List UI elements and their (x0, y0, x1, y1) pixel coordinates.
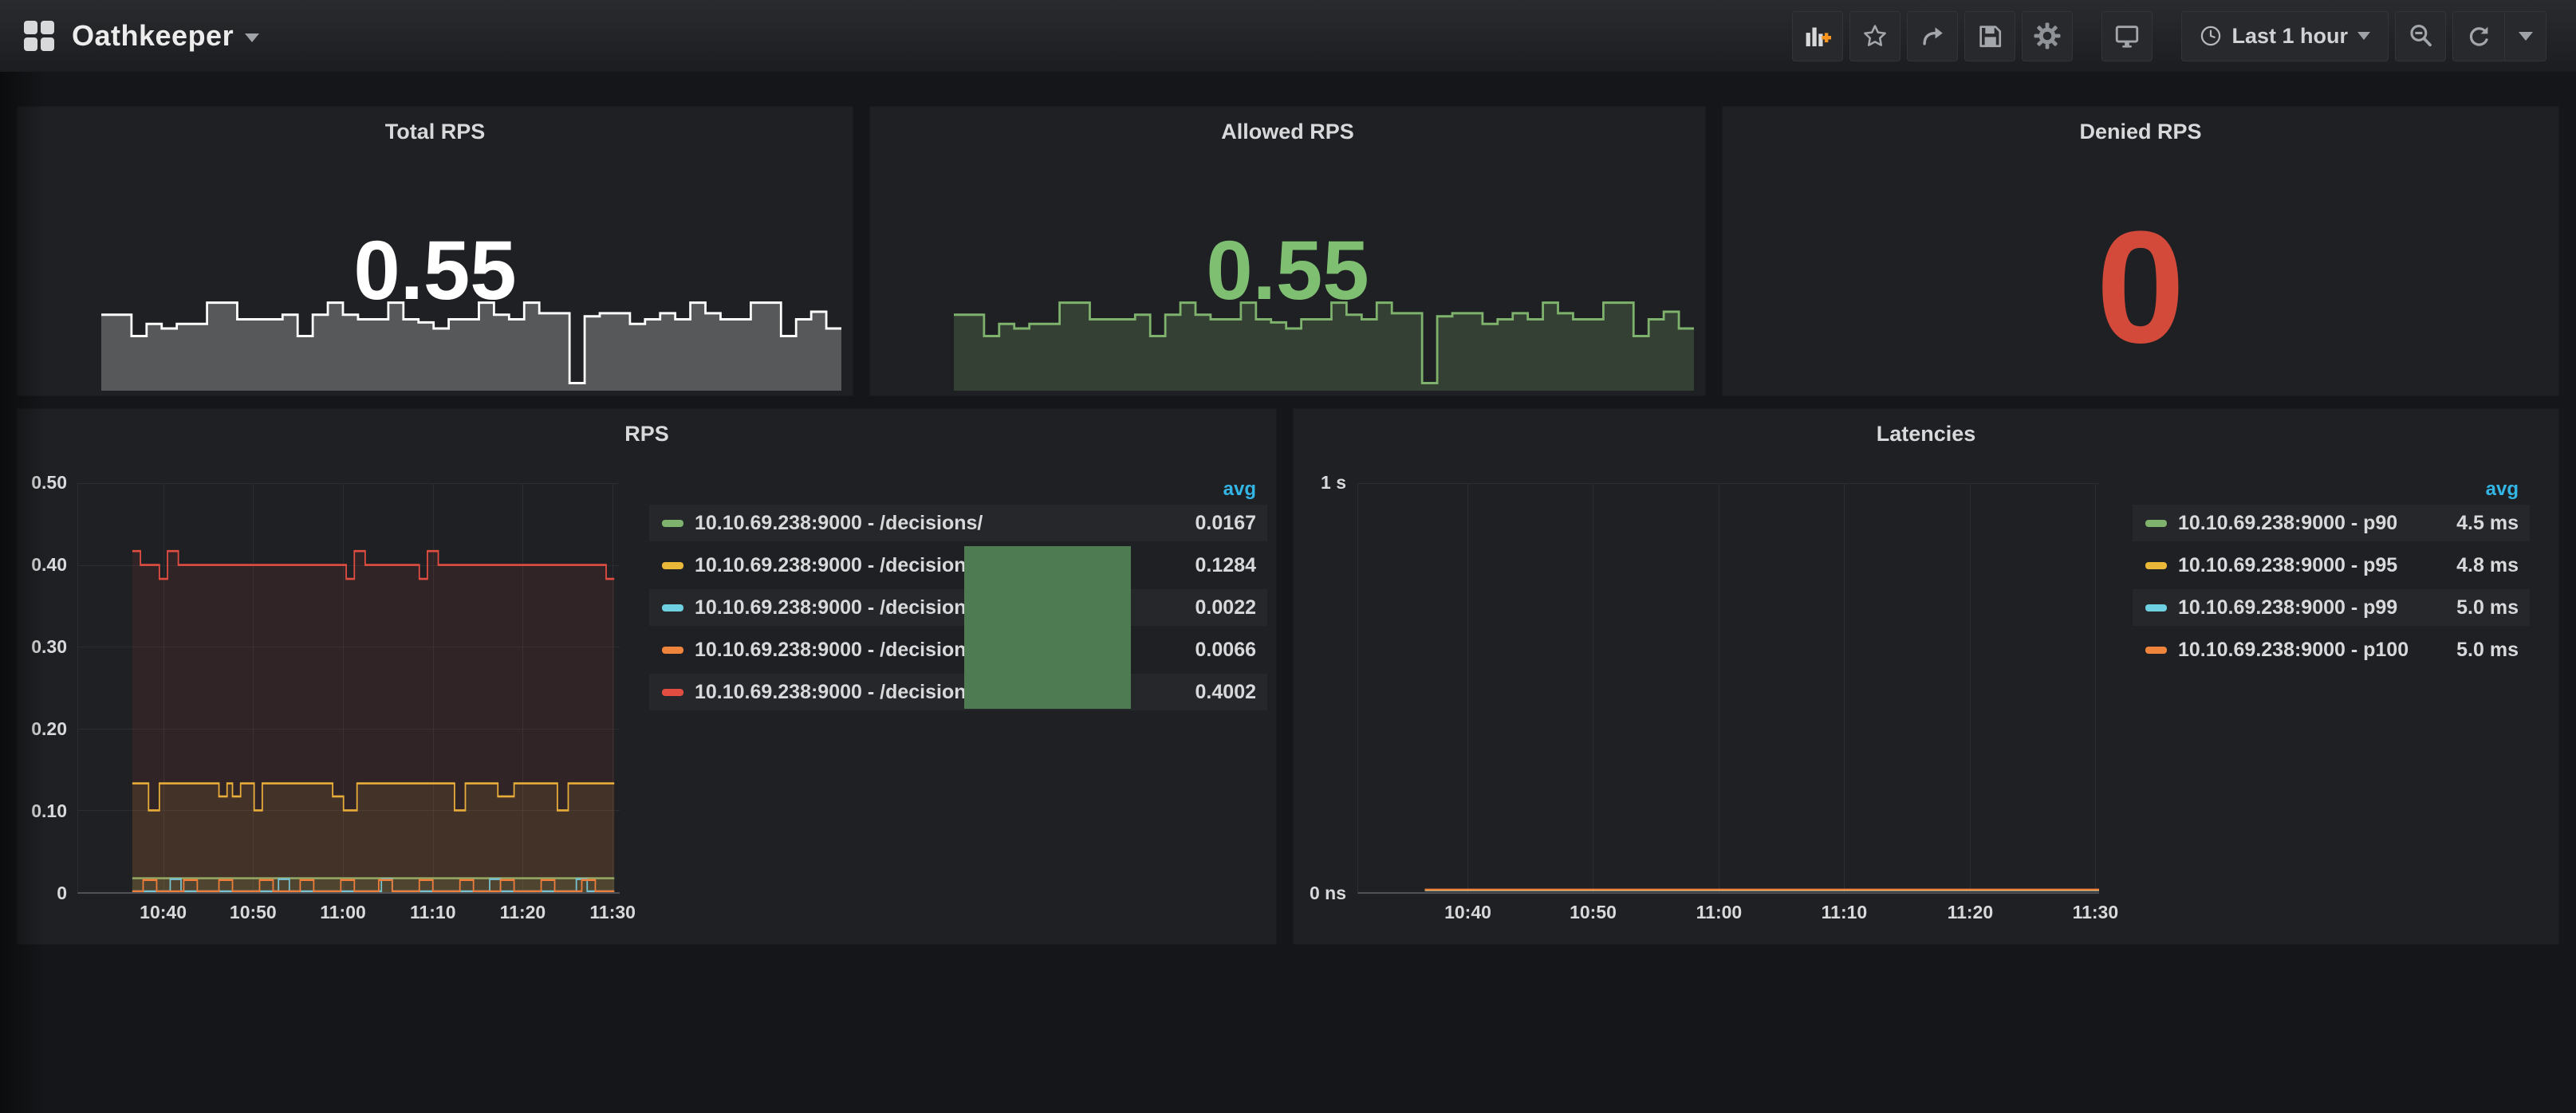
save-icon (1976, 22, 2003, 49)
x-tick-label: 11:10 (410, 902, 456, 923)
legend-avg-value: 5.0 ms (2431, 596, 2519, 619)
legend-row: 10.10.69.238:9000 - /decisions/0.4002 (649, 674, 1267, 710)
legend-row: 10.10.69.238:9000 - /decisions/0.0167 (649, 505, 1267, 541)
legend-color-swatch[interactable] (2145, 520, 2167, 527)
legend-avg-header[interactable]: avg (2133, 479, 2530, 505)
panel-denied-rps: Denied RPS 0 (1722, 106, 2559, 396)
x-tick-label: 11:30 (589, 902, 636, 923)
legend-row: 10.10.69.238:9000 - p904.5 ms (2133, 505, 2530, 541)
refresh-icon (2466, 23, 2491, 49)
panel-total-rps: Total RPS 0.55 (17, 106, 853, 396)
legend-color-swatch[interactable] (2145, 604, 2167, 612)
panel-latencies-graph: Latencies 10:4010:5011:0011:1011:2011:30… (1293, 408, 2559, 945)
legend-series-label[interactable]: 10.10.69.238:9000 - p90 (2178, 512, 2431, 535)
share-button[interactable] (1907, 11, 1958, 61)
latencies-legend: avg10.10.69.238:9000 - p904.5 ms10.10.69… (2133, 479, 2530, 674)
save-button[interactable] (1964, 11, 2015, 61)
chevron-down-icon (2357, 32, 2370, 40)
legend-row: 10.10.69.238:9000 - p954.8 ms (2133, 547, 2530, 584)
legend-avg-value: 5.0 ms (2431, 639, 2519, 662)
panel-rps-graph: RPS 10:4010:5011:0011:1011:2011:30 avg10… (17, 408, 1277, 945)
legend-avg-value: 0.4002 (1168, 681, 1256, 704)
dashboard-title[interactable]: Oathkeeper (72, 19, 234, 53)
star-button[interactable] (1849, 11, 1900, 61)
x-tick-label: 10:40 (140, 902, 187, 923)
refresh-button[interactable] (2453, 12, 2504, 61)
legend-avg-value: 4.8 ms (2431, 554, 2519, 577)
legend-row: 10.10.69.238:9000 - /decisions/0.0022 (649, 589, 1267, 626)
grafana-dashboard: Oathkeeper (0, 0, 2576, 1113)
monitor-icon (2113, 22, 2141, 49)
navbar: Oathkeeper (0, 0, 2576, 72)
legend-avg-value: 0.1284 (1168, 554, 1256, 577)
x-tick-label: 11:10 (1822, 902, 1868, 923)
x-tick-label: 11:00 (320, 902, 366, 923)
refresh-group (2452, 11, 2546, 61)
latencies-plot-area[interactable]: 10:4010:5011:0011:1011:2011:30 (1357, 483, 2099, 894)
legend-color-swatch[interactable] (662, 647, 683, 654)
legend-series-label[interactable]: 10.10.69.238:9000 - /decisions/ (695, 512, 1168, 535)
legend-series-label[interactable]: 10.10.69.238:9000 - p99 (2178, 596, 2431, 619)
panel-title[interactable]: RPS (18, 422, 1276, 446)
settings-button[interactable] (2022, 11, 2073, 61)
y-tick-label: 1 s (1294, 472, 1346, 494)
x-tick-label: 11:20 (1948, 902, 1994, 923)
green-overlay-box (964, 546, 1131, 709)
time-range-label: Last 1 hour (2231, 24, 2348, 49)
share-icon (1919, 22, 1946, 49)
clock-icon (2200, 25, 2222, 47)
zoom-out-icon (2407, 22, 2434, 49)
chevron-down-icon (2519, 32, 2533, 41)
legend-avg-header[interactable]: avg (649, 479, 1267, 505)
chevron-down-icon[interactable] (245, 33, 259, 42)
legend-color-swatch[interactable] (2145, 647, 2167, 654)
legend-row: 10.10.69.238:9000 - p995.0 ms (2133, 589, 2530, 626)
toolbar: Last 1 hour (1792, 11, 2546, 61)
y-tick-label: 0 ns (1294, 883, 1346, 904)
gear-icon (2033, 22, 2062, 50)
legend-row: 10.10.69.238:9000 - p1005.0 ms (2133, 631, 2530, 668)
legend-avg-value: 0.0066 (1168, 639, 1256, 662)
legend-series-label[interactable]: 10.10.69.238:9000 - p100 (2178, 639, 2431, 662)
x-tick-label: 11:20 (500, 902, 546, 923)
rps-plot-area[interactable]: 10:4010:5011:0011:1011:2011:30 (77, 483, 620, 894)
stat-value: 0 (1723, 208, 2558, 368)
x-tick-label: 10:50 (1570, 902, 1617, 923)
legend-color-swatch[interactable] (662, 689, 683, 696)
legend-color-swatch[interactable] (662, 520, 683, 527)
x-tick-label: 10:40 (1444, 902, 1491, 923)
star-icon (1861, 22, 1889, 49)
panel-title[interactable]: Latencies (1294, 422, 2558, 446)
x-tick-label: 11:30 (2073, 902, 2119, 923)
legend-avg-value: 4.5 ms (2431, 512, 2519, 535)
time-range-picker[interactable]: Last 1 hour (2181, 11, 2389, 61)
panel-title[interactable]: Allowed RPS (870, 120, 1705, 144)
sparkline (101, 297, 841, 391)
panel-title[interactable]: Denied RPS (1723, 120, 2558, 144)
legend-color-swatch[interactable] (662, 604, 683, 612)
legend-avg-value: 0.0167 (1168, 512, 1256, 535)
refresh-interval-button[interactable] (2504, 12, 2546, 61)
x-tick-label: 10:50 (230, 902, 277, 923)
legend-row: 10.10.69.238:9000 - /decisions/0.1284 (649, 547, 1267, 584)
add-panel-button[interactable] (1792, 11, 1843, 61)
cycle-view-mode-button[interactable] (2101, 11, 2153, 61)
x-tick-label: 11:00 (1696, 902, 1743, 923)
legend-color-swatch[interactable] (2145, 562, 2167, 569)
sparkline (954, 297, 1694, 391)
legend-series-label[interactable]: 10.10.69.238:9000 - p95 (2178, 554, 2431, 577)
dashboard-grid-icon[interactable] (24, 21, 54, 51)
add-panel-icon (1804, 22, 1831, 49)
panel-title[interactable]: Total RPS (18, 120, 853, 144)
left-edge-shade (0, 0, 46, 1113)
rps-legend: avg10.10.69.238:9000 - /decisions/0.0167… (649, 479, 1267, 716)
legend-row: 10.10.69.238:9000 - /decisions/0.0066 (649, 631, 1267, 668)
panel-allowed-rps: Allowed RPS 0.55 (869, 106, 1706, 396)
zoom-out-button[interactable] (2395, 11, 2446, 61)
legend-color-swatch[interactable] (662, 562, 683, 569)
legend-avg-value: 0.0022 (1168, 596, 1256, 619)
